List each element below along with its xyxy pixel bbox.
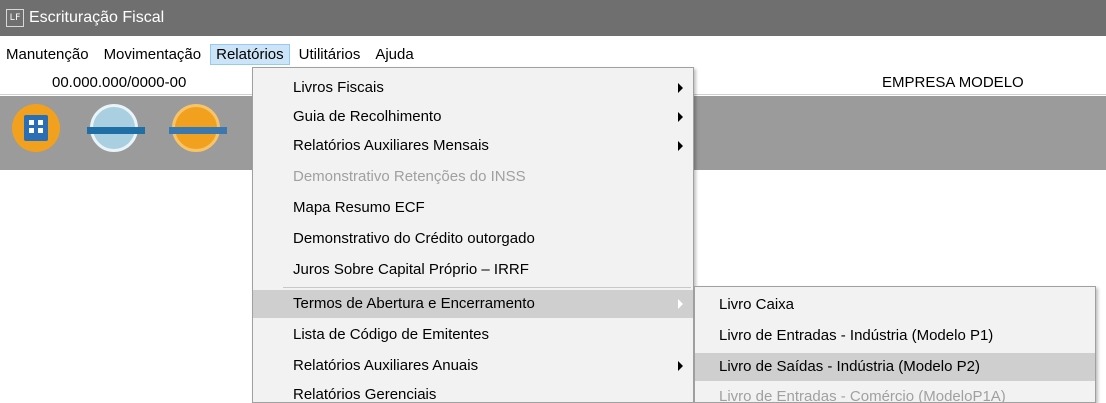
menu-item-label: Lista de Código de Emitentes <box>293 326 489 343</box>
icms-st-icon[interactable] <box>169 104 227 152</box>
company-cnpj: 00.000.000/0000-00 <box>52 74 187 91</box>
submenu-item-livro-entradas-comercio: Livro de Entradas - Comércio (ModeloP1A) <box>695 383 1095 403</box>
submenu-arrow-icon <box>678 83 683 93</box>
menu-item-termos-abertura[interactable]: Termos de Abertura e Encerramento <box>253 290 693 318</box>
menu-item-relatorios-auxiliares-anuais[interactable]: Relatórios Auxiliares Anuais <box>253 352 693 380</box>
menu-item-guia-recolhimento[interactable]: Guia de Recolhimento <box>253 103 693 131</box>
menu-ajuda[interactable]: Ajuda <box>369 44 419 65</box>
menu-item-lista-codigo-emitentes[interactable]: Lista de Código de Emitentes <box>253 321 693 349</box>
menu-item-label: Livro de Entradas - Indústria (Modelo P1… <box>719 327 994 344</box>
menu-item-label: Demonstrativo Retenções do INSS <box>293 168 526 185</box>
window-title: Escrituração Fiscal <box>29 9 165 26</box>
menu-item-label: Mapa Resumo ECF <box>293 199 425 216</box>
submenu-item-livro-caixa[interactable]: Livro Caixa <box>695 291 1095 319</box>
menu-item-label: Guia de Recolhimento <box>293 108 442 125</box>
menu-item-label: Livro de Entradas - Comércio (ModeloP1A) <box>719 388 1006 403</box>
building-icon[interactable] <box>12 104 60 152</box>
menu-utilitarios[interactable]: Utilitários <box>293 44 367 65</box>
menu-movimentacao[interactable]: Movimentação <box>98 44 208 65</box>
company-name: EMPRESA MODELO <box>882 74 1024 91</box>
menu-relatorios[interactable]: Relatórios <box>210 43 290 65</box>
menu-item-label: Demonstrativo do Crédito outorgado <box>293 230 535 247</box>
sped-contribuicoes-icon[interactable] <box>87 104 145 152</box>
menu-item-relatorios-gerenciais[interactable]: Relatórios Gerenciais <box>253 381 693 403</box>
menu-item-label: Livros Fiscais <box>293 79 384 96</box>
menu-separator <box>283 287 691 288</box>
menu-item-juros-capital-proprio[interactable]: Juros Sobre Capital Próprio – IRRF <box>253 256 693 284</box>
submenu-item-livro-entradas-industria[interactable]: Livro de Entradas - Indústria (Modelo P1… <box>695 322 1095 350</box>
menu-item-demonstrativo-inss: Demonstrativo Retenções do INSS <box>253 163 693 191</box>
menu-item-livros-fiscais[interactable]: Livros Fiscais <box>253 74 693 102</box>
termos-submenu: Livro Caixa Livro de Entradas - Indústri… <box>694 286 1096 403</box>
menu-manutencao[interactable]: Manutenção <box>0 44 95 65</box>
menu-item-label: Livro Caixa <box>719 296 795 313</box>
title-bar: LF Escrituração Fiscal <box>0 0 1106 36</box>
submenu-arrow-icon <box>678 141 683 151</box>
submenu-arrow-icon <box>678 299 683 309</box>
menu-item-label: Relatórios Gerenciais <box>293 386 437 403</box>
submenu-arrow-icon <box>678 361 683 371</box>
relatorios-dropdown: Livros Fiscais Guia de Recolhimento Rela… <box>252 67 694 403</box>
menu-bar: Manutenção Movimentação Relatórios Utili… <box>0 41 423 67</box>
menu-item-label: Livro de Saídas - Indústria (Modelo P2) <box>719 358 980 375</box>
menu-item-label: Relatórios Auxiliares Mensais <box>293 137 489 154</box>
menu-item-relatorios-auxiliares-mensais[interactable]: Relatórios Auxiliares Mensais <box>253 132 693 160</box>
app-logo-icon: LF <box>6 9 24 27</box>
submenu-arrow-icon <box>678 112 683 122</box>
menu-item-mapa-resumo-ecf[interactable]: Mapa Resumo ECF <box>253 194 693 222</box>
menu-item-label: Termos de Abertura e Encerramento <box>293 295 535 312</box>
menu-item-label: Relatórios Auxiliares Anuais <box>293 357 479 374</box>
submenu-item-livro-saidas-industria[interactable]: Livro de Saídas - Indústria (Modelo P2) <box>695 353 1095 381</box>
menu-item-credito-outorgado[interactable]: Demonstrativo do Crédito outorgado <box>253 225 693 253</box>
menu-item-label: Juros Sobre Capital Próprio – IRRF <box>293 261 529 278</box>
